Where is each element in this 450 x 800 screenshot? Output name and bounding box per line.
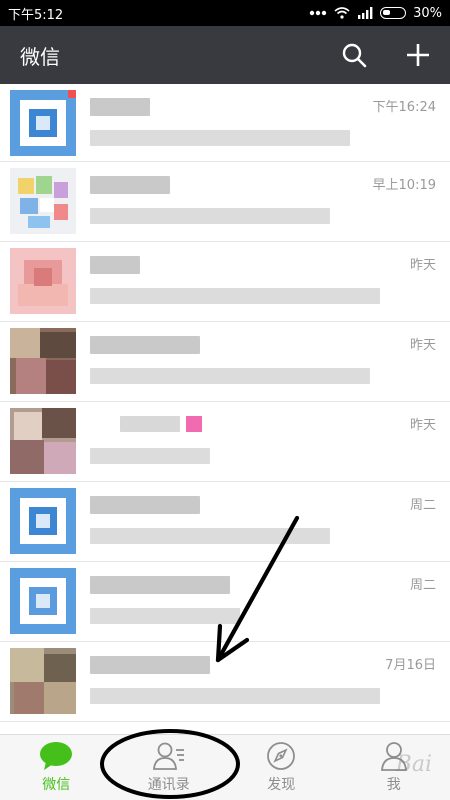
tab-bar: 微信 通讯录 发现 我 [0, 734, 450, 800]
chat-row[interactable]: 昨天 [0, 242, 450, 322]
avatar [10, 648, 76, 714]
wifi-icon [334, 7, 350, 19]
chat-name [90, 98, 150, 116]
chat-name [90, 496, 200, 514]
avatar [10, 168, 76, 234]
status-time: 下午5:12 [8, 7, 64, 23]
plus-icon [407, 44, 429, 66]
signal-icon [358, 7, 373, 19]
chat-row[interactable]: 昨天 [0, 322, 450, 402]
chat-preview [90, 528, 330, 544]
chat-row[interactable]: 下午16:24 [0, 84, 450, 162]
chat-time: 昨天 [409, 258, 436, 273]
compass-icon [267, 742, 296, 770]
chat-name [90, 176, 170, 194]
add-button[interactable] [404, 41, 432, 69]
chat-time: 早上10:19 [372, 178, 436, 193]
chat-preview [90, 130, 350, 146]
chat-name [90, 576, 230, 594]
chat-time: 周二 [409, 578, 436, 593]
chat-time: 昨天 [409, 418, 436, 433]
chat-row[interactable]: 早上10:19 [0, 162, 450, 242]
person-icon [380, 742, 407, 771]
chat-preview [90, 208, 330, 224]
tab-label: 微信 [42, 777, 71, 793]
chat-name [90, 656, 210, 674]
chat-time: 7月16日 [385, 658, 436, 673]
search-icon [342, 43, 367, 68]
search-button[interactable] [340, 41, 368, 69]
chat-time: 下午16:24 [372, 100, 436, 115]
chat-row[interactable]: 7月16日 [0, 642, 450, 722]
chat-name [90, 336, 200, 354]
chat-preview [90, 688, 380, 704]
avatar [10, 248, 76, 314]
page-title: 微信 [20, 44, 60, 69]
chat-time: 昨天 [409, 338, 436, 353]
tab-discover[interactable]: 发现 [225, 735, 338, 800]
avatar [10, 488, 76, 554]
tab-label: 通讯录 [147, 777, 190, 793]
chat-time: 周二 [409, 498, 436, 513]
battery-icon [380, 7, 407, 19]
app-header: 微信 [0, 26, 450, 84]
emoji-icon [186, 416, 202, 432]
contacts-icon [152, 742, 184, 770]
tab-chats[interactable]: 微信 [0, 735, 113, 800]
chat-preview [90, 608, 240, 624]
chat-preview [90, 288, 380, 304]
avatar [10, 568, 76, 634]
avatar [10, 408, 76, 474]
chat-name [90, 256, 140, 274]
chat-name [120, 416, 180, 432]
status-bar: 下午5:12 30% [0, 0, 450, 26]
tab-me[interactable]: 我 [338, 735, 450, 800]
chat-bubble-icon [40, 742, 73, 770]
chat-preview [90, 448, 210, 464]
avatar [10, 90, 76, 156]
tab-label: 我 [386, 777, 401, 793]
chat-preview [90, 368, 370, 384]
tab-contacts[interactable]: 通讯录 [113, 735, 226, 800]
chat-row[interactable]: 昨天 [0, 402, 450, 482]
tab-label: 发现 [267, 777, 296, 793]
chat-row[interactable]: 周二 [0, 562, 450, 642]
dots-icon [309, 10, 327, 16]
chat-list[interactable]: 下午16:24 早上10:19 昨天 昨天 昨天 周二 周二 7月16日 [0, 84, 450, 734]
battery-percent: 30% [413, 5, 442, 21]
chat-row[interactable]: 周二 [0, 482, 450, 562]
avatar [10, 328, 76, 394]
